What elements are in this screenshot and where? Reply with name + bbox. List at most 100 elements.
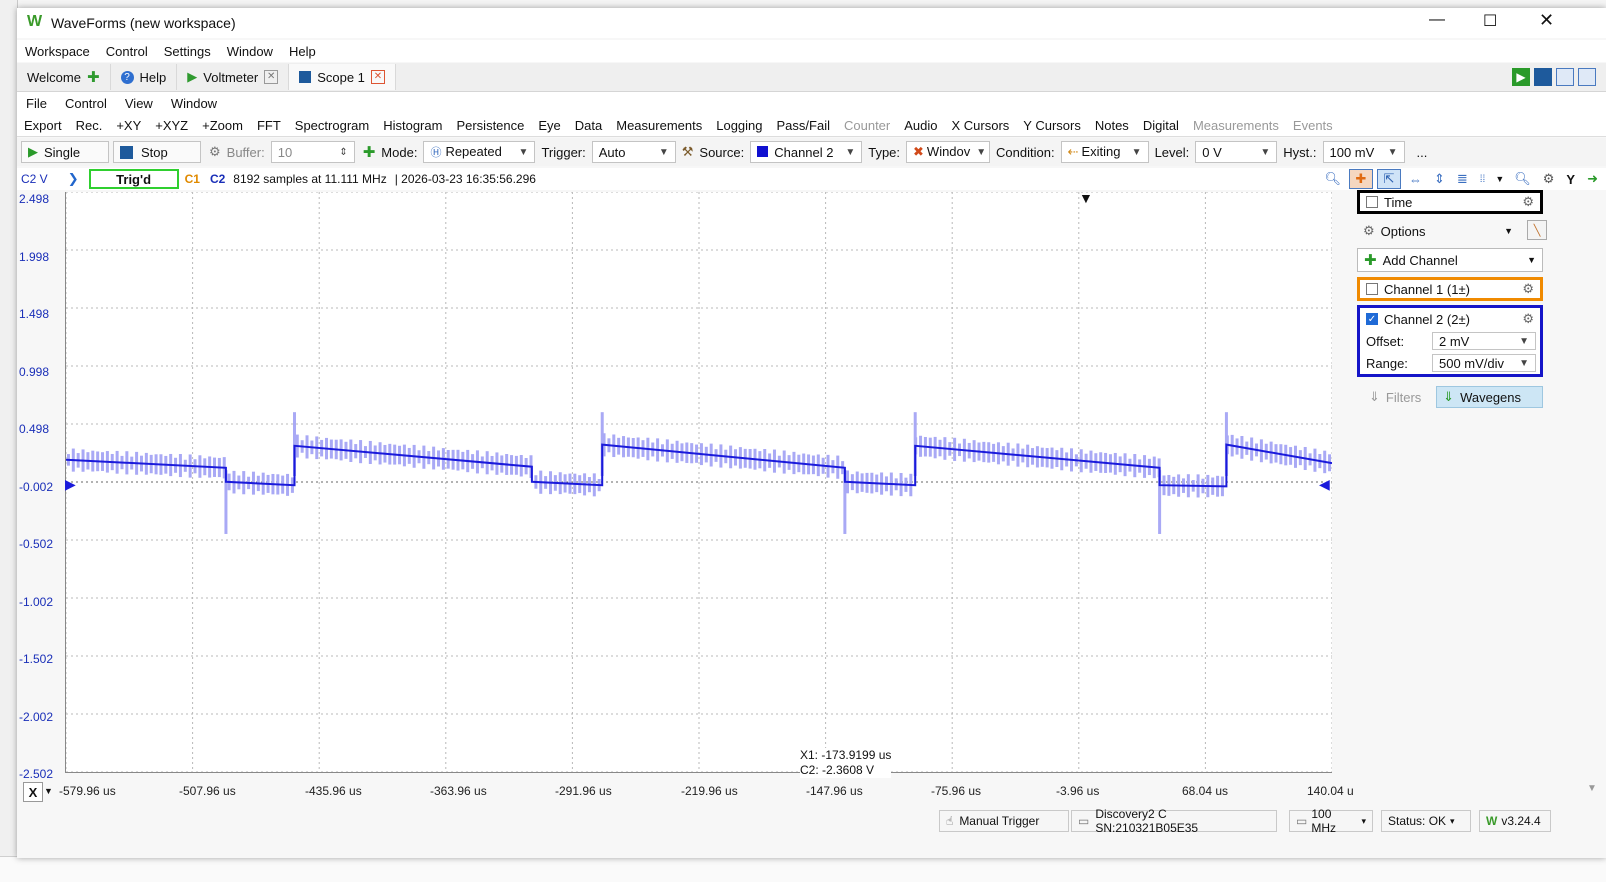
tool-xy[interactable]: +XY <box>116 118 141 133</box>
buffer-field[interactable]: 10 ⇕ <box>270 141 355 163</box>
status-indicator[interactable]: Status: OK ▾ <box>1381 810 1471 832</box>
tool-events[interactable]: Events <box>1293 118 1333 133</box>
menu-settings[interactable]: Settings <box>164 44 211 59</box>
tool-y-cursors[interactable]: Y Cursors <box>1023 118 1081 133</box>
align-icon[interactable]: ≣ <box>1457 171 1468 187</box>
tab-close-icon[interactable]: ✕ <box>370 70 385 84</box>
range-field[interactable]: 500 mV/div ▼ <box>1432 354 1536 372</box>
more-button[interactable]: ... <box>1417 145 1428 160</box>
tab-close-icon[interactable]: ✕ <box>264 70 279 84</box>
zoom-in-icon[interactable]: 🔍︎ <box>1514 171 1531 187</box>
manual-trigger-button[interactable]: ☝ Manual Trigger <box>939 810 1069 832</box>
add-channel-button[interactable]: ✚ Add Channel ▼ <box>1357 248 1543 272</box>
zoom-vertical-icon[interactable]: ⇕ <box>1434 171 1445 187</box>
level-field[interactable]: 0 V ▼ <box>1195 141 1278 163</box>
scope-menu-file[interactable]: File <box>26 96 47 111</box>
run-all-icon[interactable]: ▶ <box>1512 68 1530 86</box>
add-icon[interactable]: ✚ <box>87 68 100 86</box>
time-section[interactable]: Time ⚙ <box>1357 190 1543 214</box>
trigger-position-marker[interactable]: ▼ <box>1079 190 1093 206</box>
close-icon[interactable]: ✕ <box>1539 10 1554 31</box>
gear-icon[interactable]: ⚙ <box>209 144 221 160</box>
zoom-out-icon[interactable]: 🔍︎ <box>1324 171 1341 187</box>
channel-2-checkbox[interactable]: ✓ <box>1366 313 1378 325</box>
tool-data[interactable]: Data <box>575 118 602 133</box>
tool-logging[interactable]: Logging <box>716 118 762 133</box>
scope-menu-control[interactable]: Control <box>65 96 107 111</box>
minimize-icon[interactable]: — <box>1429 11 1445 29</box>
tab-welcome[interactable]: Welcome ✚ <box>17 64 111 90</box>
tool-measurements-2[interactable]: Measurements <box>1193 118 1279 133</box>
tool-notes[interactable]: Notes <box>1095 118 1129 133</box>
tool-audio[interactable]: Audio <box>904 118 937 133</box>
chevron-down-icon[interactable]: ▼ <box>44 786 53 796</box>
scope-menu-view[interactable]: View <box>125 96 153 111</box>
options-button[interactable]: ⚙ Options ▼ ╲ <box>1357 219 1547 243</box>
tool-persistence[interactable]: Persistence <box>456 118 524 133</box>
tool-spectrogram[interactable]: Spectrogram <box>295 118 369 133</box>
channel-1-section[interactable]: Channel 1 (1±) ⚙ <box>1357 277 1543 301</box>
trigger-select[interactable]: Auto ▼ <box>591 141 676 163</box>
menu-window[interactable]: Window <box>227 44 273 59</box>
offset-marker[interactable]: ▶ <box>65 476 76 493</box>
channel-2-indicator[interactable]: C2 <box>210 172 225 186</box>
tool-histogram[interactable]: Histogram <box>383 118 442 133</box>
zoom-horizontal-icon[interactable]: ⇔ <box>1409 172 1422 187</box>
arrow-right-icon[interactable]: ➜ <box>1587 171 1598 187</box>
tool-export[interactable]: Export <box>24 118 62 133</box>
y-axis-button[interactable]: Y <box>1566 172 1575 187</box>
source-select[interactable]: Channel 2 ▼ <box>750 141 863 163</box>
tab-scope-1[interactable]: Scope 1 ✕ <box>289 64 396 90</box>
menu-workspace[interactable]: Workspace <box>25 44 90 59</box>
stop-all-icon[interactable] <box>1534 68 1552 86</box>
filters-tab[interactable]: ⇓ Filters <box>1361 386 1436 408</box>
layout-icon[interactable]: ⁞⁞ <box>1480 174 1486 185</box>
tool-rec[interactable]: Rec. <box>76 118 103 133</box>
clock-select[interactable]: ▭ 100 MHz ▾ <box>1289 807 1373 835</box>
scope-menu-window[interactable]: Window <box>171 96 217 111</box>
crosshair-icon[interactable]: ✚ <box>1348 169 1373 189</box>
type-select[interactable]: ✖ Windov ▼ <box>906 141 991 163</box>
tool-eye[interactable]: Eye <box>538 118 560 133</box>
device-info[interactable]: ▭ Discovery2 C SN:210321B05E35 <box>1071 807 1277 835</box>
single-button[interactable]: ▶ Single <box>21 141 109 163</box>
condition-select[interactable]: ⇠ Exiting ▼ <box>1060 141 1149 163</box>
chevron-down-icon[interactable]: ▼ <box>1495 174 1504 184</box>
channel-1-indicator[interactable]: C1 <box>185 172 200 186</box>
version-info[interactable]: W v3.24.4 <box>1479 810 1551 832</box>
wavegens-tab[interactable]: ⇓ Wavegens <box>1436 386 1543 408</box>
tab-voltmeter[interactable]: ▶ Voltmeter ✕ <box>177 64 290 90</box>
tool-zoom[interactable]: +Zoom <box>202 118 243 133</box>
settings-icon[interactable]: ⚙ <box>1543 171 1555 187</box>
tool-measurements[interactable]: Measurements <box>616 118 702 133</box>
channel-1-checkbox[interactable] <box>1366 283 1378 295</box>
select-icon[interactable]: ⇱ <box>1376 169 1401 189</box>
gear-icon[interactable]: ⚙ <box>1522 311 1534 327</box>
window-tile-icon[interactable] <box>1556 68 1574 86</box>
time-checkbox[interactable] <box>1366 196 1378 208</box>
mode-select[interactable]: Ⓗ Repeated ▼ <box>423 141 536 163</box>
offset-field[interactable]: 2 mV ▼ <box>1432 332 1536 350</box>
gear-icon[interactable]: ⚙ <box>1522 281 1534 297</box>
hammer-icon[interactable]: ⚒ <box>682 144 694 160</box>
maximize-icon[interactable]: ☐ <box>1483 11 1497 31</box>
scroll-down-icon[interactable]: ▼ <box>1587 783 1597 794</box>
tool-fft[interactable]: FFT <box>257 118 281 133</box>
menu-help[interactable]: Help <box>289 44 316 59</box>
x-axis-button[interactable]: X <box>23 782 43 802</box>
edit-icon[interactable]: ╲ <box>1527 220 1547 240</box>
window-stack-icon[interactable] <box>1578 68 1596 86</box>
menu-control[interactable]: Control <box>106 44 148 59</box>
tool-counter[interactable]: Counter <box>844 118 890 133</box>
arrow-right-icon[interactable]: ❯ <box>68 171 79 187</box>
spin-icon[interactable]: ⇕ <box>339 147 347 158</box>
scope-plot[interactable]: X1: -173.9199 us C2: -2.3608 V <box>65 192 1332 778</box>
tool-digital[interactable]: Digital <box>1143 118 1179 133</box>
tab-help[interactable]: ? Help <box>111 64 178 90</box>
add-icon[interactable]: ✚ <box>363 143 376 161</box>
tool-x-cursors[interactable]: X Cursors <box>951 118 1009 133</box>
stop-button[interactable]: Stop <box>113 141 201 163</box>
tool-xyz[interactable]: +XYZ <box>155 118 188 133</box>
trigger-level-marker[interactable]: ◀ <box>1319 476 1330 493</box>
tool-pass-fail[interactable]: Pass/Fail <box>777 118 830 133</box>
